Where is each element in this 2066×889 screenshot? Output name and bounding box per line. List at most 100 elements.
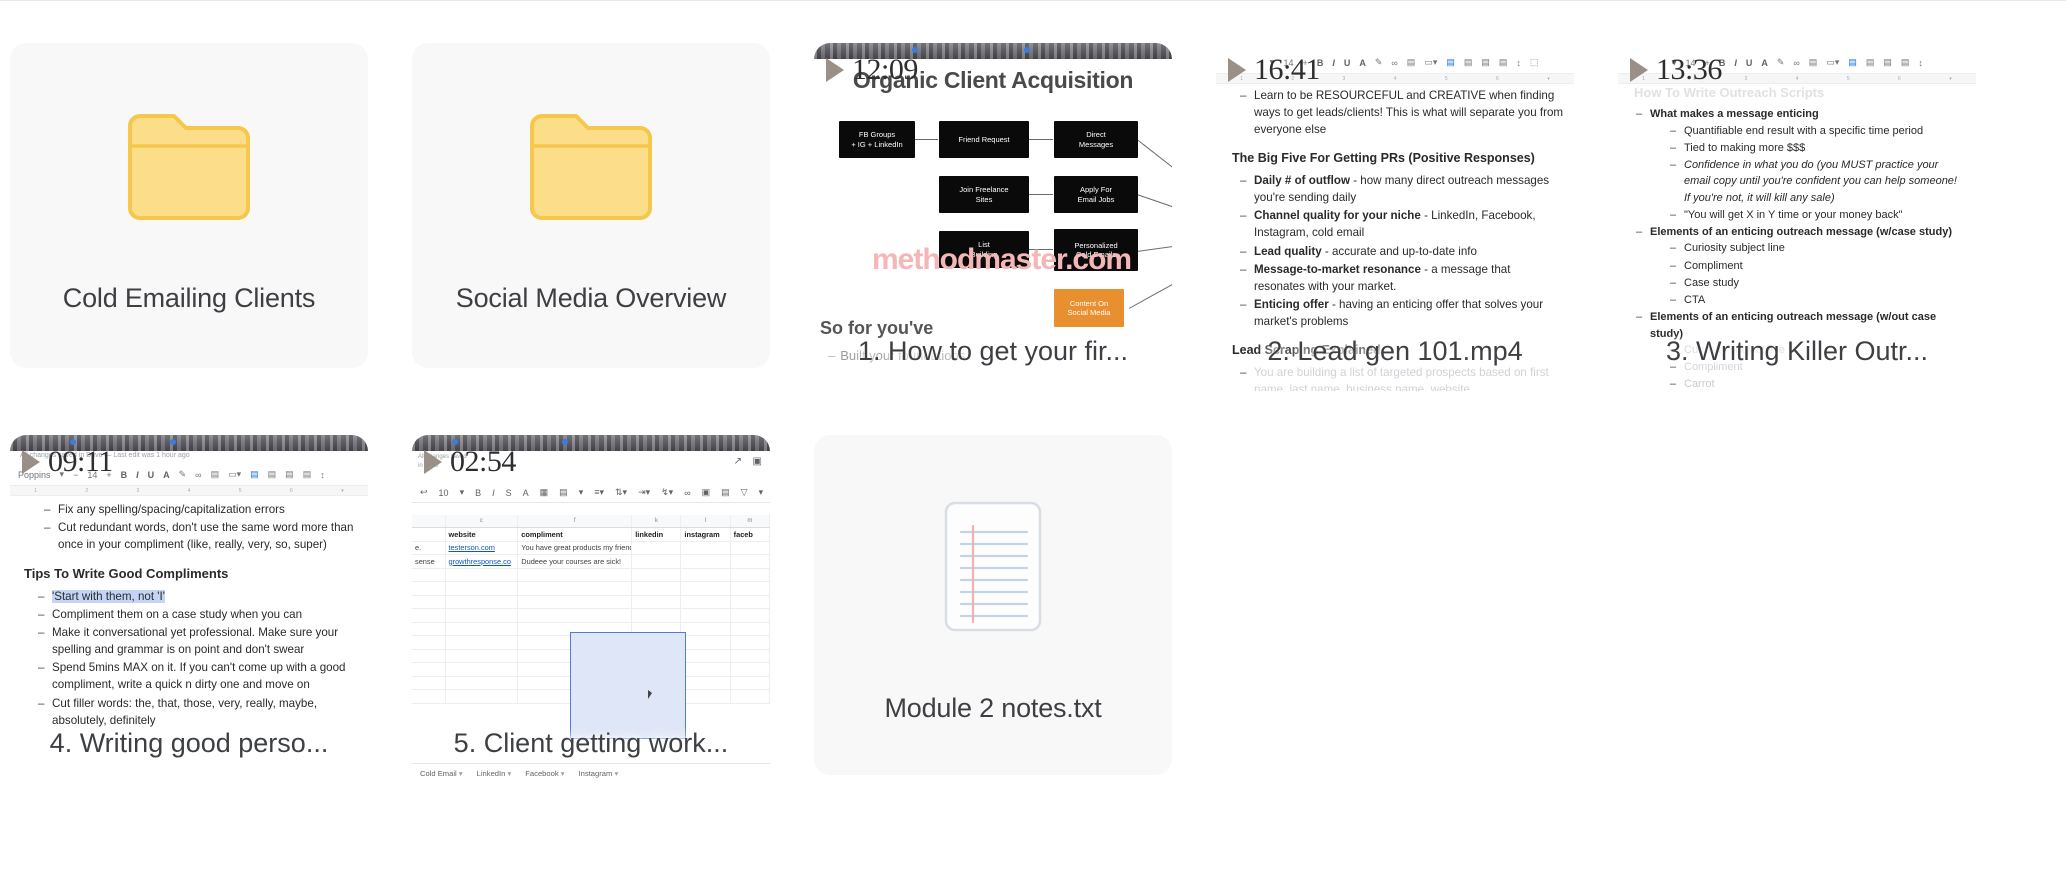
tab-favicon bbox=[912, 47, 918, 53]
file-icon-wrap bbox=[814, 435, 1172, 697]
video-title: 2. Lead gen 101.mp4 bbox=[1267, 336, 1523, 366]
doc-heading: The Big Five For Getting PRs (Positive R… bbox=[1232, 151, 1535, 166]
doc-heading: Tips To Write Good Compliments bbox=[24, 566, 229, 582]
sheet-column-headers: c f k l m bbox=[412, 515, 770, 528]
tab-favicon bbox=[562, 439, 568, 445]
doc-bullet: Enticing offer - having an enticing offe… bbox=[1238, 296, 1564, 330]
doc-sub-bullet: Case study bbox=[1668, 275, 1966, 292]
folder-card-social-media-overview[interactable]: Social Media Overview bbox=[412, 43, 770, 368]
video-thumbnail: ▾ 14 + BIU A ✎ ∞ ▤ ▭▾ ▤ ▤ ▤ ▤ ↕ 1 2 3 4 5 6 ▾ How To Wri… bbox=[1618, 43, 1976, 391]
browser-chrome bbox=[10, 435, 368, 451]
sheet-tab-bar: Cold Email LinkedIn Facebook Instagram bbox=[412, 763, 770, 783]
video-thumbnail: All changes saved in Drive — Last edit w… bbox=[10, 435, 368, 783]
browser-chrome bbox=[814, 43, 1172, 59]
folder-icon-wrap bbox=[10, 43, 368, 291]
sheet-tab-facebook[interactable]: Facebook bbox=[525, 769, 564, 778]
header-compliment: compliment bbox=[518, 528, 633, 541]
browser-tabs bbox=[412, 435, 770, 451]
folder-label: Cold Emailing Clients bbox=[62, 283, 316, 313]
doc-bullet: Channel quality for your niche - LinkedI… bbox=[1238, 207, 1564, 241]
flow-node-content-on-social-media: Content On Social Media bbox=[1054, 289, 1124, 327]
folder-icon bbox=[530, 114, 652, 220]
doc-bullet: Cut filler words: the, that, those, very… bbox=[36, 695, 358, 729]
sheet-toolbar: ↩10▾BISA ▦▤▾≡▾⇅▾⇥▾↯▾ ∞▣▤▽▾⌶▾ bbox=[412, 483, 770, 503]
sheet-tab-linkedin[interactable]: LinkedIn bbox=[477, 769, 512, 778]
video-card-writing-killer-outreach[interactable]: ▾ 14 + BIU A ✎ ∞ ▤ ▭▾ ▤ ▤ ▤ ▤ ↕ 1 2 3 4 5 6 ▾ How To Wri… bbox=[1618, 43, 1976, 391]
sheet-header-row: website compliment linkedin instagram fa… bbox=[412, 528, 770, 542]
share-icon[interactable]: ↗ bbox=[734, 456, 742, 467]
sheet-row[interactable]: e. testerson.com You have great products… bbox=[412, 541, 770, 555]
sheet-tab-cold-email[interactable]: Cold Email bbox=[420, 769, 463, 778]
sheet-row[interactable] bbox=[412, 609, 770, 623]
header-instagram: instagram bbox=[681, 528, 731, 541]
tab-favicon bbox=[170, 439, 176, 445]
flow-node-friend-request: Friend Request bbox=[939, 121, 1029, 158]
sheet-col-header[interactable]: k bbox=[632, 515, 682, 527]
slide-title: Organic Client Acquisition bbox=[852, 67, 1134, 93]
video-thumbnail: All changes saved in Drive ↗ ▣ ↩ 10 ▾ B I S A ▦… bbox=[412, 435, 770, 783]
doc-title: How To Write Outreach Scripts bbox=[1634, 85, 1825, 100]
tab-favicon bbox=[1024, 47, 1030, 53]
doc-bullet: Compliment them on a case study when you… bbox=[36, 606, 358, 623]
doc-save-status: All changes saved in Drive — Last edit w… bbox=[20, 452, 190, 459]
sheet-row[interactable]: sense growthresponse.co Dudeee your cour… bbox=[412, 555, 770, 569]
doc-sub-bullet: Confidence in what you do (you MUST prac… bbox=[1668, 157, 1966, 206]
comment-icon[interactable]: ▣ bbox=[753, 456, 762, 467]
sheet-col-header[interactable]: c bbox=[446, 515, 519, 527]
tab-favicon bbox=[452, 439, 458, 445]
sheet-col-header[interactable]: f bbox=[518, 515, 633, 527]
folder-icon bbox=[128, 114, 250, 220]
folder-card-cold-emailing-clients[interactable]: Cold Emailing Clients bbox=[10, 43, 368, 368]
flow-node-join-freelance-sites: Join Freelance Sites bbox=[939, 176, 1029, 213]
doc-sub-bullet: Compliment bbox=[1668, 258, 1966, 275]
video-card-writing-good-personalized[interactable]: All changes saved in Drive — Last edit w… bbox=[10, 435, 368, 783]
doc-toolbar: ▾ 14 + BIU A ✎ ∞ ▤ ▭▾ ▤ ▤ ▤ ▤ ↕ bbox=[1618, 52, 1976, 74]
video-title: 5. Client getting work... bbox=[453, 728, 729, 758]
sheet-save-status: All changes saved in Drive bbox=[418, 454, 467, 469]
doc-ruler: 1 2 3 4 5 6 ▾ bbox=[10, 486, 368, 496]
text-file-icon bbox=[944, 501, 1042, 631]
doc-sub-bullet: Tied to making more $$$ bbox=[1668, 140, 1966, 157]
video-card-lead-gen-101[interactable]: ▾14+ BIU A✎∞▤▭▾ ▤▤▤▤↕⬚ 123456▾ Learn to … bbox=[1216, 43, 1574, 391]
doc-bullet: 'Start with them, not 'I' bbox=[36, 588, 358, 605]
mouse-cursor-icon bbox=[648, 690, 652, 699]
video-card-client-getting-work[interactable]: All changes saved in Drive ↗ ▣ ↩ 10 ▾ B I S A ▦… bbox=[412, 435, 770, 783]
video-title: 4. Writing good perso... bbox=[49, 728, 329, 758]
sheet-grid: website compliment linkedin instagram fa… bbox=[412, 528, 770, 761]
doc-bullet: You are building a list of targeted pros… bbox=[1238, 364, 1564, 391]
doc-sub-bullet: CTA bbox=[1668, 292, 1966, 309]
browser-tabs bbox=[814, 43, 1172, 59]
sheet-row[interactable] bbox=[412, 582, 770, 596]
video-title: 3. Writing Killer Outr... bbox=[1665, 336, 1929, 366]
sheet-selection-range[interactable] bbox=[570, 632, 686, 739]
doc-toolbar: Poppins ▾ −14 + BIU A ✎ ∞ ▤ ▭▾ ▤ ▤ ▤ ▤ ↕ bbox=[10, 464, 368, 486]
sheet-row[interactable] bbox=[412, 568, 770, 582]
sheet-col-header[interactable] bbox=[412, 515, 446, 527]
video-thumbnail: ▾14+ BIU A✎∞▤▭▾ ▤▤▤▤↕⬚ 123456▾ Learn to … bbox=[1216, 43, 1574, 391]
doc-sub-bullet: Carrot bbox=[1668, 376, 1966, 391]
header-facebook: faceb bbox=[731, 528, 770, 541]
sheet-tab-instagram[interactable]: Instagram bbox=[579, 769, 619, 778]
file-label: Module 2 notes.txt bbox=[884, 693, 1102, 723]
file-card-module-2-notes[interactable]: Module 2 notes.txt bbox=[814, 435, 1172, 775]
sheet-col-header[interactable]: l bbox=[681, 515, 731, 527]
header-website: website bbox=[446, 528, 519, 541]
doc-bullet: Lead quality - accurate and up-to-date i… bbox=[1238, 243, 1564, 260]
tab-favicon bbox=[70, 439, 76, 445]
doc-bullet: Elements of an enticing outreach message… bbox=[1634, 224, 1966, 309]
flow-node-direct-messages: Direct Messages bbox=[1054, 121, 1138, 158]
video-title: 1. How to get your fir... bbox=[857, 336, 1129, 366]
sheet-row[interactable] bbox=[412, 595, 770, 609]
doc-bullet: Cut redundant words, don't use the same … bbox=[42, 519, 358, 553]
sheet-col-header[interactable]: m bbox=[731, 515, 770, 527]
doc-bullet: Message-to-market resonance - a message … bbox=[1238, 261, 1564, 295]
header-linkedin: linkedin bbox=[632, 528, 682, 541]
doc-bullet: Make it conversational yet professional.… bbox=[36, 624, 358, 658]
folder-icon-wrap bbox=[412, 43, 770, 291]
browser-tabs bbox=[10, 435, 368, 451]
video-thumbnail: Organic Client Acquisition FB Groups + IG… bbox=[814, 43, 1172, 391]
doc-bullet: Learn to be RESOURCEFUL and CREATIVE whe… bbox=[1238, 87, 1564, 138]
video-card-how-to-get-your-first[interactable]: Organic Client Acquisition FB Groups + IG… bbox=[814, 43, 1172, 391]
folder-label: Social Media Overview bbox=[455, 283, 727, 313]
doc-bullet: Spend 5mins MAX on it. If you can't come… bbox=[36, 659, 358, 693]
